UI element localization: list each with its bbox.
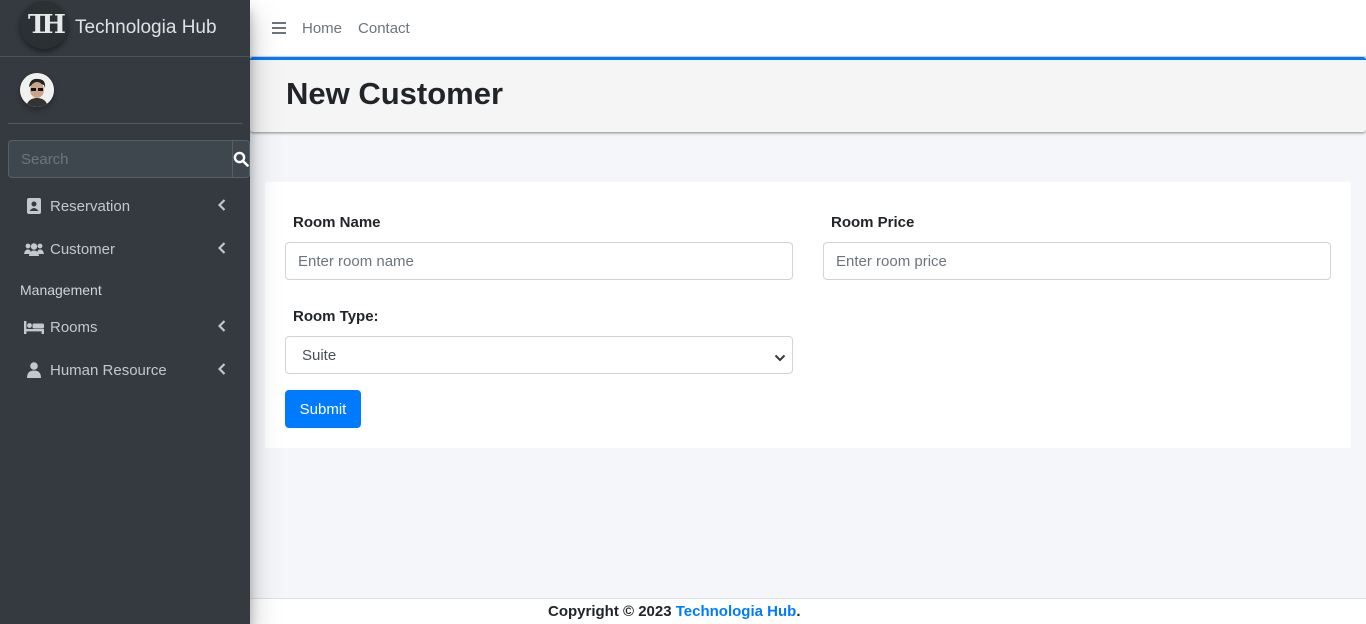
user-panel [8, 57, 242, 124]
copyright-prefix: Copyright © 2023 [548, 603, 676, 620]
sidebar-item-customer[interactable]: Customer [8, 229, 242, 269]
sidebar-section-header: Management [20, 281, 102, 298]
chevron-left-icon [217, 241, 226, 258]
submit-button[interactable]: Submit [285, 390, 361, 428]
room-type-selected-value: Suite [302, 346, 337, 364]
sidebar-item-label: Customer [50, 240, 116, 258]
brand-name: Technologia Hub [75, 17, 217, 38]
nav-home-link[interactable]: Home [302, 20, 342, 37]
footer-brand-link[interactable]: Technologia Hub [676, 603, 797, 620]
sidebar-search [8, 140, 250, 178]
chevron-down-icon [774, 350, 786, 367]
sidebar-item-label: Human Resource [50, 361, 167, 379]
avatar-image [20, 73, 54, 107]
chevron-left-icon [217, 362, 226, 379]
users-icon [24, 242, 44, 256]
room-type-select[interactable]: Suite [285, 336, 793, 374]
room-name-input[interactable] [285, 242, 793, 280]
search-button[interactable] [232, 140, 250, 178]
page-title: New Customer [286, 76, 504, 111]
brand-link[interactable]: TH Technologia Hub [0, 0, 250, 57]
search-icon [233, 151, 249, 167]
sidebar-item-rooms[interactable]: Rooms [8, 307, 242, 347]
search-input[interactable] [8, 140, 232, 178]
room-price-label: Room Price [831, 214, 915, 231]
nav-contact-link[interactable]: Contact [358, 20, 410, 37]
room-name-label: Room Name [293, 214, 381, 231]
sidebar: TH Technologia Hub Search Reservation Cu… [0, 0, 250, 624]
copyright-suffix: . [796, 603, 801, 620]
user-icon [24, 362, 44, 378]
copyright-text: Copyright © 2023 Technologia Hub. [548, 603, 800, 620]
avatar[interactable] [20, 73, 54, 107]
sidebar-item-reservation[interactable]: Reservation [8, 186, 242, 226]
brand-logo-text: TH [28, 10, 66, 40]
hamburger-menu-icon[interactable] [272, 22, 286, 34]
sidebar-nav: Reservation Customer Management Rooms Hu… [0, 186, 250, 390]
sidebar-item-human-resource[interactable]: Human Resource [8, 350, 242, 390]
sidebar-item-label: Rooms [50, 318, 98, 336]
content-header: New Customer [250, 57, 1366, 132]
chevron-left-icon [217, 319, 226, 336]
form-card: Room Name Room Price Room Type: Suite Su… [265, 182, 1351, 448]
room-type-label: Room Type: [293, 308, 379, 325]
sidebar-item-label: Reservation [50, 197, 131, 215]
top-navbar: Home Contact [250, 0, 1366, 57]
footer: Copyright © 2023 Technologia Hub. [250, 598, 1366, 624]
contact-book-icon [24, 198, 44, 214]
bed-icon [24, 320, 44, 334]
room-price-input[interactable] [823, 242, 1331, 280]
chevron-left-icon [217, 198, 226, 215]
brand-logo: TH [20, 1, 68, 49]
